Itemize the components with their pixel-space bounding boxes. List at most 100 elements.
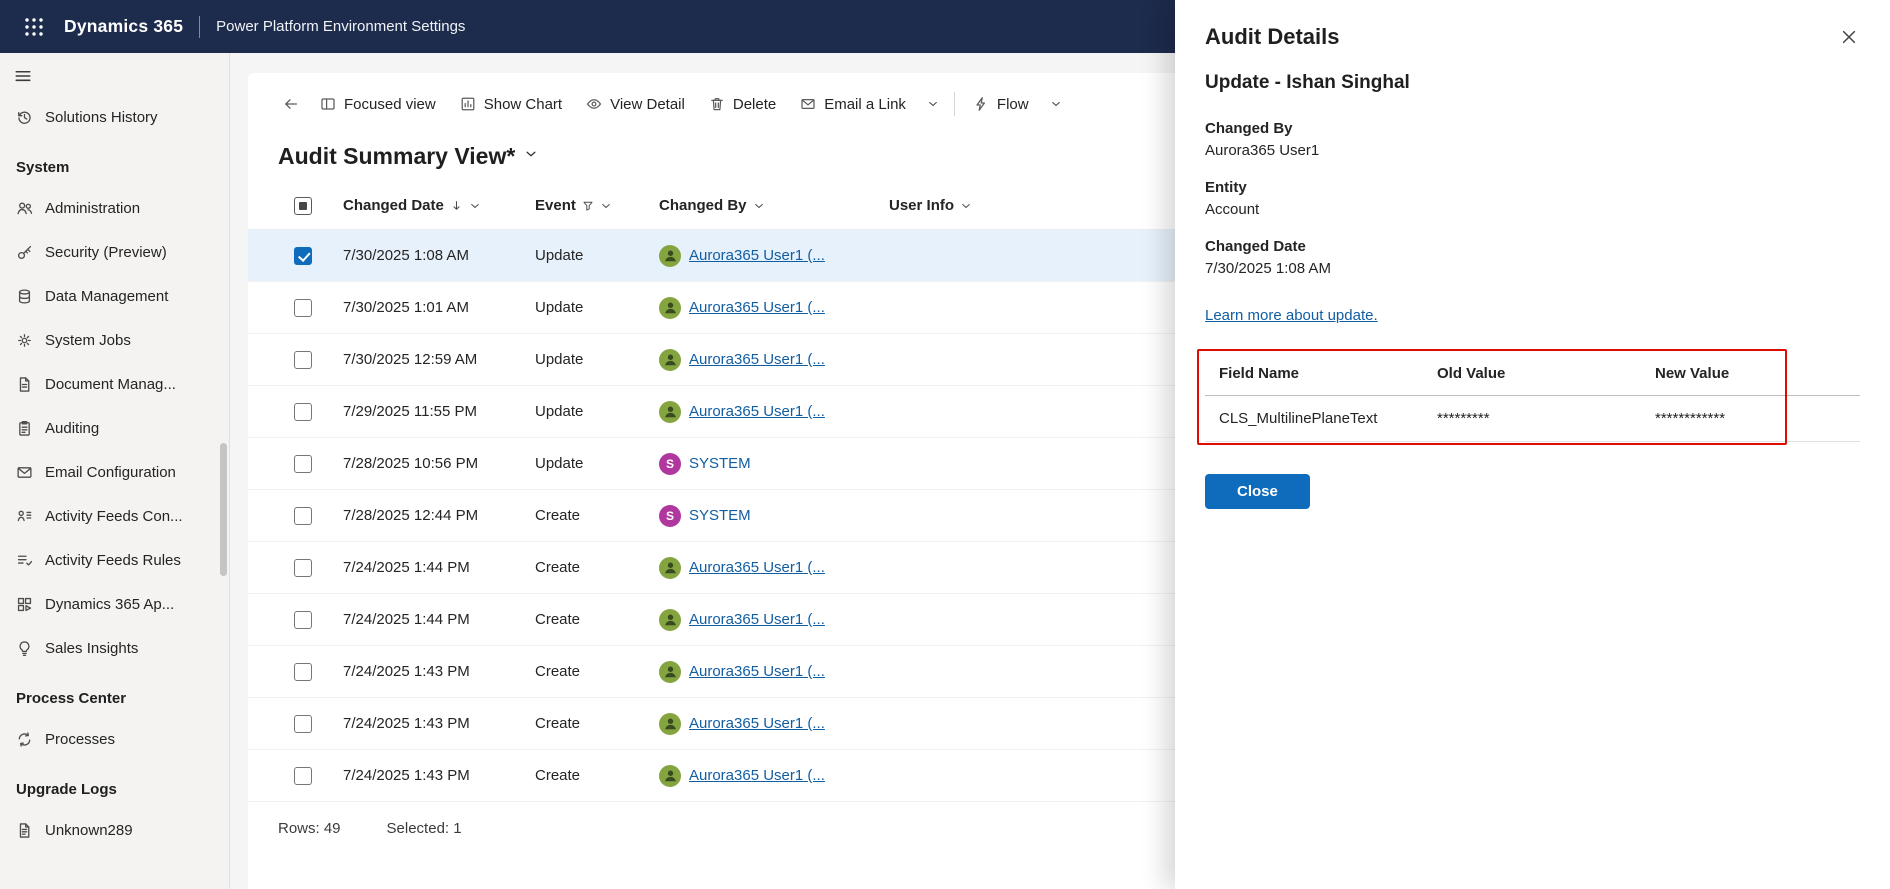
sidebar-item-label: Security (Preview) xyxy=(45,243,167,261)
column-header-changed-date[interactable]: Changed Date xyxy=(343,197,535,214)
email-icon xyxy=(16,464,33,481)
row-checkbox[interactable] xyxy=(294,558,312,577)
flow-chevron-icon[interactable] xyxy=(1041,90,1071,118)
select-all-checkbox[interactable] xyxy=(294,196,312,215)
row-checkbox[interactable] xyxy=(294,662,312,681)
cell-event: Update xyxy=(535,299,584,316)
field-changed-by: Changed By Aurora365 User1 xyxy=(1205,120,1862,159)
row-checkbox[interactable] xyxy=(294,766,312,785)
user-avatar xyxy=(659,348,681,371)
sidebar-item-processes[interactable]: Processes xyxy=(0,717,229,761)
database-icon xyxy=(16,288,33,305)
user-avatar xyxy=(659,764,681,787)
sidebar-item-label: Solutions History xyxy=(45,108,158,126)
field-label: Changed Date xyxy=(1205,238,1306,255)
changed-by-link[interactable]: Aurora365 User1 (... xyxy=(689,715,825,732)
view-selector-chevron-icon[interactable] xyxy=(524,147,538,166)
selected-count: Selected: 1 xyxy=(386,820,462,837)
sidebar-item-document-manag[interactable]: Document Manag... xyxy=(0,362,229,406)
changed-by-link[interactable]: Aurora365 User1 (... xyxy=(689,663,825,680)
row-checkbox[interactable] xyxy=(294,610,312,629)
cell-changed-date: 7/28/2025 12:44 PM xyxy=(343,507,479,524)
cell-old-value: ********* xyxy=(1437,410,1490,427)
page-title[interactable]: Audit Summary View* xyxy=(278,143,515,170)
sidebar-item-label: Processes xyxy=(45,730,116,748)
row-checkbox[interactable] xyxy=(294,454,312,473)
flow-button[interactable]: Flow xyxy=(961,88,1041,121)
cell-changed-date: 7/24/2025 1:43 PM xyxy=(343,715,470,732)
changes-table-row: CLS_MultilinePlaneText ********* *******… xyxy=(1205,396,1860,442)
sidebar-section-title: Process Center xyxy=(16,690,127,707)
sidebar-item-activity-feeds-rules[interactable]: Activity Feeds Rules xyxy=(0,538,229,582)
sidebar: Solutions History System Administration Sec… xyxy=(0,53,230,889)
changed-by-link[interactable]: SYSTEM xyxy=(689,455,751,472)
row-checkbox[interactable] xyxy=(294,402,312,421)
clipboard-icon xyxy=(16,420,33,437)
chevron-down-icon xyxy=(753,200,765,212)
cell-changed-date: 7/24/2025 1:44 PM xyxy=(343,559,470,576)
close-button[interactable]: Close xyxy=(1205,474,1310,509)
changed-by-link[interactable]: Aurora365 User1 (... xyxy=(689,247,825,264)
sidebar-item-solutions-history[interactable]: Solutions History xyxy=(0,95,229,139)
toolbar-button-label: Email a Link xyxy=(824,95,906,113)
toolbar-button-focused-view[interactable]: Focused view xyxy=(308,88,448,121)
people-icon xyxy=(16,200,33,217)
column-header-event[interactable]: Event xyxy=(535,197,659,214)
cell-event: Update xyxy=(535,455,584,472)
changed-by-link[interactable]: Aurora365 User1 (... xyxy=(689,767,825,784)
cell-changed-by: S SYSTEM xyxy=(659,504,889,527)
filter-icon xyxy=(582,200,594,212)
user-avatar xyxy=(659,244,681,267)
row-checkbox[interactable] xyxy=(294,506,312,525)
cell-changed-date: 7/29/2025 11:55 PM xyxy=(343,403,477,420)
sidebar-item-system-jobs[interactable]: System Jobs xyxy=(0,318,229,362)
close-icon[interactable] xyxy=(1836,24,1862,50)
changed-by-link[interactable]: SYSTEM xyxy=(689,507,751,524)
sidebar-scrollbar[interactable] xyxy=(220,443,227,576)
cell-changed-by: Aurora365 User1 (... xyxy=(659,296,889,319)
app-window: Dynamics 365 Power Platform Environment … xyxy=(0,0,1890,889)
rules-icon xyxy=(16,552,33,569)
changed-by-link[interactable]: Aurora365 User1 (... xyxy=(689,299,825,316)
back-button[interactable] xyxy=(274,88,308,120)
field-entity: Entity Account xyxy=(1205,179,1862,218)
cell-event: Update xyxy=(535,403,584,420)
user-avatar xyxy=(659,660,681,683)
changed-by-link[interactable]: Aurora365 User1 (... xyxy=(689,611,825,628)
sidebar-item-label: Activity Feeds Con... xyxy=(45,507,183,525)
feeds-icon xyxy=(16,508,33,525)
key-icon xyxy=(16,244,33,261)
changed-by-link[interactable]: Aurora365 User1 (... xyxy=(689,351,825,368)
toolbar-divider xyxy=(953,92,955,116)
row-checkbox[interactable] xyxy=(294,246,312,265)
row-checkbox[interactable] xyxy=(294,714,312,733)
row-checkbox[interactable] xyxy=(294,298,312,317)
sidebar-item-label: Unknown289 xyxy=(45,821,133,839)
sidebar-item-dynamics-365-ap[interactable]: Dynamics 365 Ap... xyxy=(0,582,229,626)
sidebar-item-security-preview[interactable]: Security (Preview) xyxy=(0,230,229,274)
cell-new-value: ************ xyxy=(1655,410,1726,427)
toolbar-button-delete[interactable]: Delete xyxy=(697,88,788,121)
focused-view-icon xyxy=(320,96,336,112)
changed-by-link[interactable]: Aurora365 User1 (... xyxy=(689,403,825,420)
cell-event: Create xyxy=(535,767,581,784)
learn-more-link[interactable]: Learn more about update. xyxy=(1205,307,1378,324)
toolbar-button-view-detail[interactable]: View Detail xyxy=(574,88,697,121)
sidebar-item-auditing[interactable]: Auditing xyxy=(0,406,229,450)
sidebar-item-data-management[interactable]: Data Management xyxy=(0,274,229,318)
sidebar-item-unknown289[interactable]: Unknown289 xyxy=(0,808,229,852)
sidebar-item-email-configuration[interactable]: Email Configuration xyxy=(0,450,229,494)
app-brand[interactable]: Dynamics 365 xyxy=(64,16,183,37)
changed-by-link[interactable]: Aurora365 User1 (... xyxy=(689,559,825,576)
hamburger-icon[interactable] xyxy=(0,57,46,95)
toolbar-button-email-a-link[interactable]: Email a Link xyxy=(788,88,918,121)
toolbar-button-show-chart[interactable]: Show Chart xyxy=(448,88,574,121)
field-changed-date: Changed Date 7/30/2025 1:08 AM xyxy=(1205,238,1862,277)
overflow-chevron-icon[interactable] xyxy=(918,90,948,118)
row-checkbox[interactable] xyxy=(294,350,312,369)
sidebar-item-administration[interactable]: Administration xyxy=(0,186,229,230)
sidebar-item-activity-feeds-con[interactable]: Activity Feeds Con... xyxy=(0,494,229,538)
waffle-icon[interactable] xyxy=(18,11,50,43)
column-header-changed-by[interactable]: Changed By xyxy=(659,197,889,214)
sidebar-item-sales-insights[interactable]: Sales Insights xyxy=(0,626,229,670)
